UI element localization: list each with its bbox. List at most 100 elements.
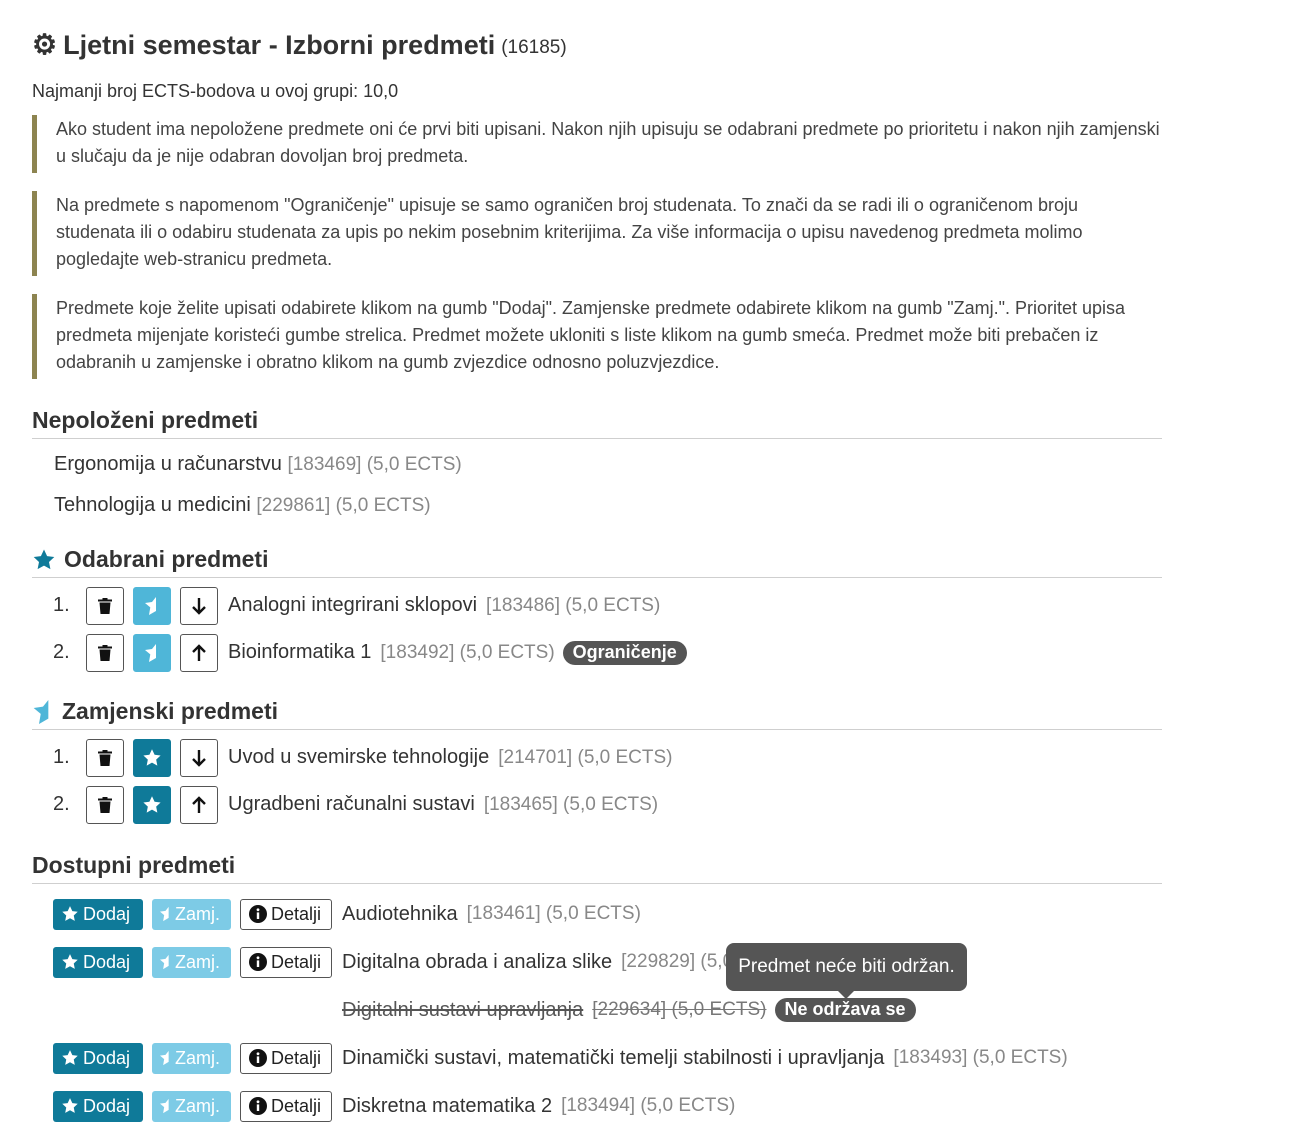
table-row: Dodaj Zamj. Detalji Digitalna obrada i a… bbox=[32, 938, 1162, 986]
trash-icon bbox=[98, 796, 112, 813]
not-held-badge[interactable]: Ne održava se bbox=[774, 998, 916, 1022]
star-icon bbox=[143, 748, 161, 766]
table-row: 1. Uvod u svemirske tehnologije [214701]… bbox=[32, 734, 1162, 781]
details-button[interactable]: Detalji bbox=[240, 1090, 332, 1122]
substitute-button[interactable]: Zamj. bbox=[152, 1090, 231, 1122]
course-meta: [183486] (5,0 ECTS) bbox=[486, 594, 661, 616]
page-title: ⚙ Ljetni semestar - Izborni predmeti (16… bbox=[32, 26, 1162, 64]
course-meta: [183494] (5,0 ECTS) bbox=[561, 1095, 736, 1116]
table-row: Dodaj Zamj. Detalji Diskretna matematika… bbox=[32, 1082, 1162, 1130]
star-icon bbox=[143, 795, 161, 813]
course-name: Analogni integrirani sklopovi bbox=[228, 594, 478, 616]
substitute-button-label: Zamj. bbox=[175, 1095, 220, 1116]
star-icon bbox=[62, 1098, 78, 1113]
section-title: Odabrani predmeti bbox=[64, 546, 269, 572]
trash-icon bbox=[98, 597, 112, 614]
course-name: Audiotehnika bbox=[342, 902, 458, 925]
move-to-substitute-button[interactable] bbox=[133, 586, 171, 625]
half-star-icon bbox=[145, 596, 156, 615]
add-button[interactable]: Dodaj bbox=[53, 946, 143, 978]
table-row: Dodaj Zamj. Detalji Dinamički sustavi, m… bbox=[32, 1034, 1162, 1082]
course-name: Tehnologija u medicini bbox=[54, 494, 251, 516]
substitute-button-label: Zamj. bbox=[175, 1047, 220, 1068]
move-up-button[interactable] bbox=[180, 785, 218, 824]
star-icon bbox=[62, 906, 78, 921]
info-note: Na predmete s napomenom "Ograničenje" up… bbox=[32, 191, 1162, 276]
table-row: Digitalni sustavi upravljanja [229634] (… bbox=[32, 986, 1162, 1034]
details-button[interactable]: Detalji bbox=[240, 946, 332, 978]
info-note: Ako student ima nepoložene predmete oni … bbox=[32, 115, 1162, 173]
star-icon bbox=[32, 548, 56, 572]
details-button[interactable]: Detalji bbox=[240, 1042, 332, 1074]
add-button[interactable]: Dodaj bbox=[53, 1090, 143, 1122]
half-star-icon bbox=[160, 1050, 169, 1066]
table-row: 2. Bioinformatika 1 [183492] (5,0 ECTS) … bbox=[32, 629, 1162, 676]
course-meta: [214701] (5,0 ECTS) bbox=[498, 746, 673, 768]
move-to-selected-button[interactable] bbox=[133, 785, 171, 824]
move-up-button[interactable] bbox=[180, 633, 218, 672]
trash-icon bbox=[98, 644, 112, 661]
priority-number: 2. bbox=[53, 793, 70, 815]
add-button[interactable]: Dodaj bbox=[53, 1042, 143, 1074]
arrow-down-icon bbox=[192, 749, 206, 767]
course-meta: [183461] (5,0 ECTS) bbox=[466, 903, 641, 924]
add-button-label: Dodaj bbox=[83, 1095, 131, 1116]
trash-icon bbox=[98, 749, 112, 766]
table-row: 1. Analogni integrirani sklopovi [183486… bbox=[32, 582, 1162, 629]
table-row: 2. Ugradbeni računalni sustavi [183465] … bbox=[32, 781, 1162, 828]
details-button[interactable]: Detalji bbox=[240, 898, 332, 930]
course-meta: [183465] (5,0 ECTS) bbox=[483, 793, 659, 815]
section-title: Nepoloženi predmeti bbox=[32, 407, 259, 433]
priority-number: 2. bbox=[53, 641, 70, 663]
info-note: Predmete koje želite upisati odabirete k… bbox=[32, 294, 1162, 379]
info-icon bbox=[249, 1049, 267, 1067]
course-meta: [183493] (5,0 ECTS) bbox=[893, 1047, 1068, 1068]
move-down-button[interactable] bbox=[180, 738, 218, 777]
section-dostupni-heading: Dostupni predmeti bbox=[32, 852, 1162, 884]
add-button-label: Dodaj bbox=[83, 1047, 131, 1068]
half-star-icon bbox=[160, 906, 169, 922]
substitute-button[interactable]: Zamj. bbox=[152, 898, 231, 930]
substitute-button-label: Zamj. bbox=[175, 951, 220, 972]
table-row: Dodaj Zamj. Detalji Audiotehnika [183461… bbox=[32, 890, 1162, 938]
course-name: Uvod u svemirske tehnologije bbox=[228, 746, 490, 768]
course-meta: [229634] (5,0 ECTS) bbox=[592, 999, 767, 1020]
tooltip: Predmet neće biti održan. bbox=[726, 943, 967, 999]
course-name: Ergonomija u računarstvu bbox=[54, 453, 282, 475]
add-button[interactable]: Dodaj bbox=[53, 898, 143, 930]
arrow-up-icon bbox=[192, 643, 206, 661]
group-code: (16185) bbox=[501, 37, 567, 58]
add-button-label: Dodaj bbox=[83, 903, 131, 924]
remove-button[interactable] bbox=[86, 633, 124, 672]
move-down-button[interactable] bbox=[180, 586, 218, 625]
details-button-label: Detalji bbox=[271, 951, 322, 972]
substitute-button[interactable]: Zamj. bbox=[152, 946, 231, 978]
arrow-up-icon bbox=[192, 795, 206, 813]
remove-button[interactable] bbox=[86, 586, 124, 625]
list-item: Tehnologija u medicini [229861] (5,0 ECT… bbox=[54, 485, 1162, 526]
info-icon bbox=[249, 1097, 267, 1115]
course-name: Dinamički sustavi, matematički temelji s… bbox=[342, 1046, 885, 1069]
remove-button[interactable] bbox=[86, 785, 124, 824]
star-icon bbox=[62, 1050, 78, 1065]
remove-button[interactable] bbox=[86, 738, 124, 777]
substitute-button[interactable]: Zamj. bbox=[152, 1042, 231, 1074]
course-name: Ugradbeni računalni sustavi bbox=[228, 793, 475, 815]
section-nepolozeni-heading: Nepoloženi predmeti bbox=[32, 407, 1162, 439]
course-meta: [229861] (5,0 ECTS) bbox=[256, 495, 431, 516]
priority-number: 1. bbox=[53, 594, 70, 616]
move-to-selected-button[interactable] bbox=[133, 738, 171, 777]
half-star-icon bbox=[145, 643, 156, 662]
add-button-label: Dodaj bbox=[83, 951, 131, 972]
star-icon bbox=[62, 954, 78, 969]
arrow-down-icon bbox=[192, 597, 206, 615]
info-icon bbox=[249, 905, 267, 923]
list-item: Ergonomija u računarstvu [183469] (5,0 E… bbox=[54, 444, 1162, 485]
course-name: Diskretna matematika 2 bbox=[342, 1094, 553, 1117]
details-button-label: Detalji bbox=[271, 1047, 322, 1068]
section-title: Dostupni predmeti bbox=[32, 852, 236, 878]
page-title-text: Ljetni semestar - Izborni predmeti bbox=[63, 29, 496, 60]
course-name: Digitalni sustavi upravljanja bbox=[342, 998, 584, 1021]
move-to-substitute-button[interactable] bbox=[133, 633, 171, 672]
course-name: Digitalna obrada i analiza slike bbox=[342, 950, 613, 973]
